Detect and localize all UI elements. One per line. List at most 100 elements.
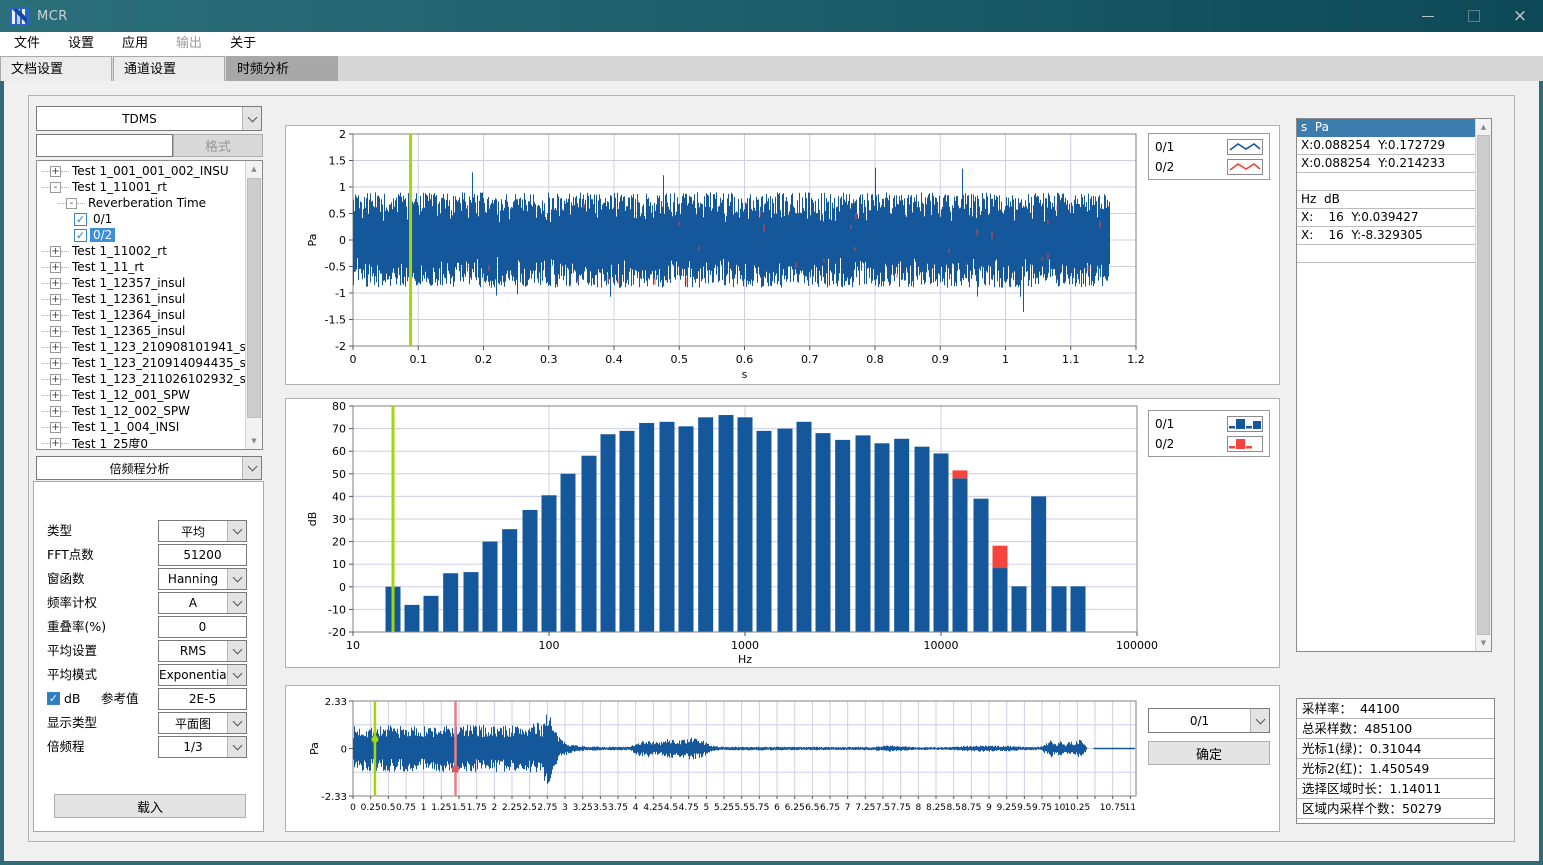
tree-scrollbar[interactable]: ▲ ▼ (245, 161, 262, 449)
chevron-down-icon[interactable] (227, 521, 246, 541)
tree-item[interactable]: +Test 1_123_210908101941_spw (38, 339, 245, 355)
file-format-select[interactable]: TDMS (36, 106, 262, 131)
readout-row[interactable]: X:0.088254 Y:0.172729 (1297, 137, 1476, 155)
db-checkbox[interactable]: ✓ (47, 692, 60, 705)
chevron-down-icon[interactable] (227, 737, 246, 757)
readout-scroll-thumb[interactable] (1477, 135, 1490, 635)
expand-icon[interactable]: + (50, 390, 61, 401)
tree-item[interactable]: +Test 1_25度0 (38, 435, 245, 448)
expand-icon[interactable]: + (50, 294, 61, 305)
svg-text:-1.5: -1.5 (325, 314, 346, 327)
tree-item[interactable]: +Test 1_12364_insul (38, 307, 245, 323)
expand-icon[interactable]: + (50, 342, 61, 353)
form-select-9[interactable]: 平面图 (158, 712, 247, 734)
expand-icon[interactable]: + (50, 374, 61, 385)
svg-text:9: 9 (986, 803, 992, 813)
readout-row[interactable]: X: 16 Y:0.039427 (1297, 209, 1476, 227)
scroll-up-icon[interactable]: ▲ (1476, 119, 1491, 135)
svg-text:1.2: 1.2 (1127, 353, 1145, 366)
chevron-down-icon[interactable] (227, 665, 246, 685)
tree-item[interactable]: +Test 1_12_002_SPW (38, 403, 245, 419)
chevron-down-icon[interactable] (1250, 709, 1269, 732)
expand-icon[interactable]: + (50, 326, 61, 337)
tab-1[interactable]: 文档设置 (0, 56, 112, 81)
expand-icon[interactable]: + (50, 262, 61, 273)
form-select-10[interactable]: 1/3 (158, 736, 247, 758)
file-tree: +Test 1_001_001_002_INSU-Test 1_11001_rt… (36, 160, 263, 450)
tree-item[interactable]: +Test 1_12_001_SPW (38, 387, 245, 403)
svg-text:100: 100 (539, 639, 560, 652)
maximize-button[interactable] (1451, 0, 1497, 32)
chevron-down-icon[interactable] (227, 713, 246, 733)
close-button[interactable]: × (1497, 0, 1543, 32)
form-select-3[interactable]: Hanning (158, 568, 247, 590)
chevron-down-icon[interactable] (242, 457, 261, 479)
tree-scroll-thumb[interactable] (247, 178, 261, 418)
expand-icon[interactable]: + (50, 422, 61, 433)
chevron-down-icon[interactable] (242, 107, 261, 130)
readout-scrollbar[interactable]: ▲ ▼ (1475, 119, 1491, 651)
tree-item[interactable]: ✓0/1 (38, 211, 245, 227)
collapse-icon[interactable]: - (50, 182, 61, 193)
tree-item[interactable]: +Test 1_12357_insul (38, 275, 245, 291)
tree-item[interactable]: +Test 1_12365_insul (38, 323, 245, 339)
tab-2[interactable]: 通道设置 (113, 56, 225, 81)
chevron-down-icon[interactable] (227, 569, 246, 589)
tree-item[interactable]: +Test 1_123_211026102932_spw (38, 371, 245, 387)
svg-text:3.5: 3.5 (593, 803, 607, 813)
tree-connector (61, 299, 69, 300)
tree-checkbox[interactable]: ✓ (74, 229, 87, 242)
scroll-up-icon[interactable]: ▲ (246, 161, 262, 177)
channel-select[interactable]: 0/1 (1148, 708, 1270, 733)
expand-icon[interactable]: + (50, 406, 61, 417)
tree-item[interactable]: -Reverberation Time (38, 195, 245, 211)
collapse-icon[interactable]: - (66, 198, 77, 209)
tree-item[interactable]: +Test 1_12361_insul (38, 291, 245, 307)
form-select-6[interactable]: RMS (158, 640, 247, 662)
scroll-down-icon[interactable]: ▼ (246, 433, 262, 449)
expand-icon[interactable]: + (50, 358, 61, 369)
readout-header-row[interactable]: s Pa (1297, 119, 1476, 137)
svg-text:6: 6 (774, 803, 780, 813)
expand-icon[interactable]: + (50, 166, 61, 177)
confirm-button[interactable]: 确定 (1148, 741, 1270, 765)
form-input-2[interactable]: 51200 (158, 544, 247, 566)
tree-item[interactable]: +Test 1_123_210914094435_spw (38, 355, 245, 371)
readout-row[interactable]: X: 16 Y:-8.329305 (1297, 227, 1476, 245)
tree-item[interactable]: +Test 1_001_001_002_INSU (38, 163, 245, 179)
readout-row[interactable] (1297, 173, 1476, 191)
menu-item-5[interactable]: 关于 (216, 32, 270, 56)
form-select-1[interactable]: 平均 (158, 520, 247, 542)
expand-icon[interactable]: + (50, 438, 61, 449)
form-select-7[interactable]: Exponential (158, 664, 247, 686)
expand-icon[interactable]: + (50, 246, 61, 257)
form-input-8[interactable]: 2E-5 (158, 688, 247, 710)
analysis-type-select[interactable]: 倍频程分析 (36, 456, 262, 480)
menu-item-3[interactable]: 应用 (108, 32, 162, 56)
tab-3[interactable]: 时频分析 (226, 56, 338, 81)
readout-row[interactable] (1297, 245, 1476, 263)
chevron-down-icon[interactable] (227, 641, 246, 661)
tree-checkbox[interactable]: ✓ (74, 213, 87, 226)
form-select-4[interactable]: A (158, 592, 247, 614)
tree-item[interactable]: +Test 1_11002_rt (38, 243, 245, 259)
menu-item-1[interactable]: 文件 (0, 32, 54, 56)
tree-item[interactable]: +Test 1_11_rt (38, 259, 245, 275)
scroll-down-icon[interactable]: ▼ (1476, 635, 1491, 651)
menu-item-2[interactable]: 设置 (54, 32, 108, 56)
expand-icon[interactable]: + (50, 310, 61, 321)
tree-item[interactable]: ✓0/2 (38, 227, 245, 243)
menu-item-4[interactable]: 输出 (162, 32, 216, 56)
tree-item[interactable]: -Test 1_11001_rt (38, 179, 245, 195)
expand-icon[interactable]: + (50, 278, 61, 289)
tree-item[interactable]: +Test 1_1_004_INSI (38, 419, 245, 435)
svg-text:Pa: Pa (306, 234, 319, 247)
format-filter-input[interactable] (36, 134, 173, 157)
minimize-button[interactable] (1405, 0, 1451, 32)
readout-row[interactable]: X:0.088254 Y:0.214233 (1297, 155, 1476, 173)
format-button[interactable]: 格式 (173, 134, 263, 157)
form-input-5[interactable]: 0 (158, 616, 247, 638)
chevron-down-icon[interactable] (227, 593, 246, 613)
readout-row[interactable]: Hz dB (1297, 191, 1476, 209)
load-button[interactable]: 载入 (54, 794, 246, 818)
